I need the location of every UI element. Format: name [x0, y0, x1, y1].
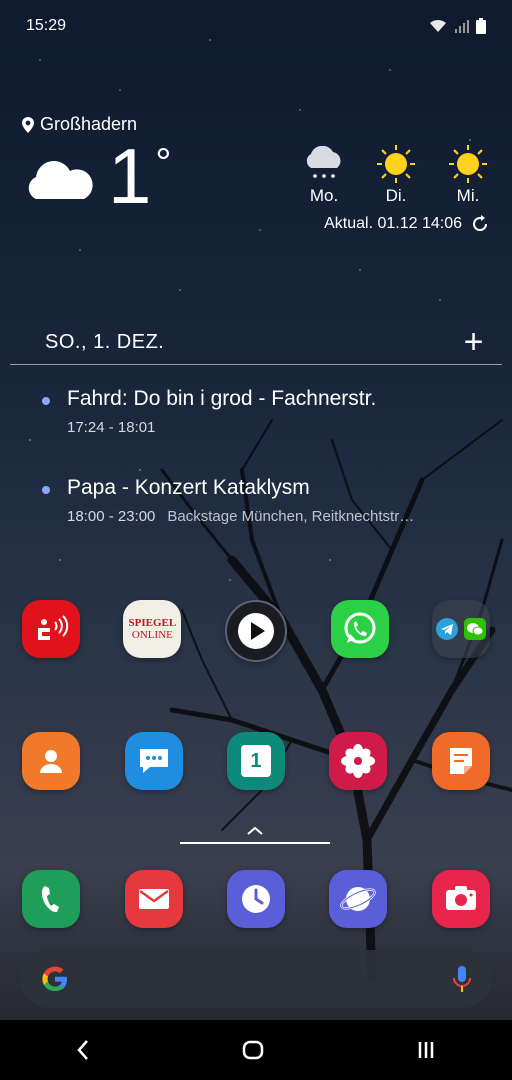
event-item[interactable]: Papa - Konzert Kataklysm 18:00 - 23:00 Ba…	[10, 476, 502, 525]
internet-planet-icon	[340, 887, 377, 911]
temperature: 1	[108, 132, 152, 220]
google-logo-icon	[42, 966, 67, 991]
weather-widget[interactable]: Großhadern 1 ° Mo. Di. Mi. Aktual. 01.12…	[22, 114, 490, 244]
phone-icon	[42, 886, 60, 913]
calendar-day: 1	[250, 749, 262, 772]
forecast-day-1: Mo.	[302, 142, 346, 206]
contacts-icon	[40, 750, 63, 773]
wifi-icon	[430, 19, 446, 32]
calendar-app[interactable]: 1	[226, 732, 285, 790]
clock-icon	[241, 885, 270, 913]
clock-app[interactable]	[226, 870, 285, 928]
status-time: 15:29	[26, 17, 67, 34]
agenda-date[interactable]: SO., 1. DEZ.	[45, 331, 164, 354]
sun-icon	[449, 145, 487, 183]
event-time: 17:24 - 18:01	[67, 419, 156, 436]
online-logo-text: ONLINE	[131, 629, 173, 641]
messages-icon	[139, 749, 168, 773]
add-event-button[interactable]: +	[464, 325, 484, 359]
snow-cloud-icon	[306, 146, 341, 178]
app-row-1: SPIEGEL ONLINE	[0, 600, 512, 662]
event-location: Backstage München, Reitknechtstr…	[167, 508, 415, 525]
camera-app[interactable]	[431, 870, 490, 928]
drawer-divider	[180, 842, 330, 844]
forecast-day-3: Mi.	[446, 142, 490, 206]
gallery-app[interactable]	[329, 732, 388, 790]
event-time-row: 18:00 - 23:00 Backstage München, Reitknec…	[67, 508, 502, 525]
messages-app[interactable]	[124, 732, 183, 790]
app-drawer-handle[interactable]	[180, 826, 330, 856]
email-app[interactable]	[124, 870, 183, 928]
wechat-icon	[464, 618, 487, 640]
email-icon	[138, 889, 169, 909]
navigation-bar	[0, 1020, 512, 1080]
calendar-widget[interactable]: SO., 1. DEZ. + Fahrd: Do bin i grod - Fa…	[10, 320, 502, 525]
forecast: Mo. Di. Mi.	[302, 142, 490, 206]
telegram-icon	[436, 618, 459, 640]
dock	[0, 870, 512, 928]
battery-icon	[476, 18, 486, 34]
telegram-wechat-folder[interactable]	[432, 600, 491, 658]
agenda-header: SO., 1. DEZ. +	[10, 320, 502, 365]
weather-updated: Aktual. 01.12 14:06	[324, 214, 490, 234]
event-title: Papa - Konzert Kataklysm	[67, 476, 310, 499]
internet-app[interactable]	[329, 870, 388, 928]
notes-icon	[449, 748, 472, 774]
camera-icon	[445, 886, 476, 910]
forecast-day-label: Mo.	[309, 186, 339, 205]
forecast-day-label: Di.	[385, 186, 407, 205]
sparkasse-icon	[37, 615, 68, 640]
forecast-day-2: Di.	[374, 142, 418, 206]
calendar-icon: 1	[240, 745, 271, 777]
home-icon[interactable]	[242, 1039, 264, 1061]
signal-icon	[455, 20, 469, 33]
contacts-app[interactable]	[22, 732, 81, 790]
weather-location: Großhadern	[22, 114, 490, 135]
video-player-app[interactable]	[224, 600, 287, 662]
refresh-icon[interactable]	[470, 214, 490, 234]
recents-icon[interactable]	[415, 1039, 437, 1061]
microphone-icon[interactable]	[452, 964, 472, 994]
back-icon[interactable]	[75, 1039, 91, 1061]
notes-app[interactable]	[431, 732, 490, 790]
chevron-up-icon	[247, 826, 263, 835]
flower-icon	[341, 744, 376, 778]
sparkasse-app[interactable]	[21, 600, 80, 658]
sun-icon	[377, 145, 415, 183]
forecast-day-label: Mi.	[456, 186, 480, 205]
updated-label: Aktual. 01.12 14:06	[324, 215, 462, 232]
google-search-bar[interactable]	[20, 950, 492, 1008]
location-pin-icon	[22, 116, 34, 133]
spiegel-logo-text: SPIEGEL	[128, 617, 177, 629]
event-dot	[42, 486, 50, 494]
whatsapp-app[interactable]	[330, 600, 389, 658]
whatsapp-icon	[344, 612, 376, 644]
app-row-2: 1	[0, 732, 512, 790]
event-dot	[42, 397, 50, 405]
event-time: 18:00 - 23:00	[67, 508, 156, 525]
event-item[interactable]: Fahrd: Do bin i grod - Fachnerstr. 17:24…	[10, 387, 502, 436]
spiegel-online-app[interactable]: SPIEGEL ONLINE	[123, 600, 182, 658]
phone-app[interactable]	[22, 870, 81, 928]
degree-symbol: °	[155, 141, 172, 185]
event-time-row: 17:24 - 18:01	[67, 419, 502, 436]
play-icon	[237, 613, 274, 649]
event-title: Fahrd: Do bin i grod - Fachnerstr.	[67, 387, 377, 410]
cloud-icon	[28, 161, 93, 199]
status-bar: 15:29	[26, 14, 486, 38]
